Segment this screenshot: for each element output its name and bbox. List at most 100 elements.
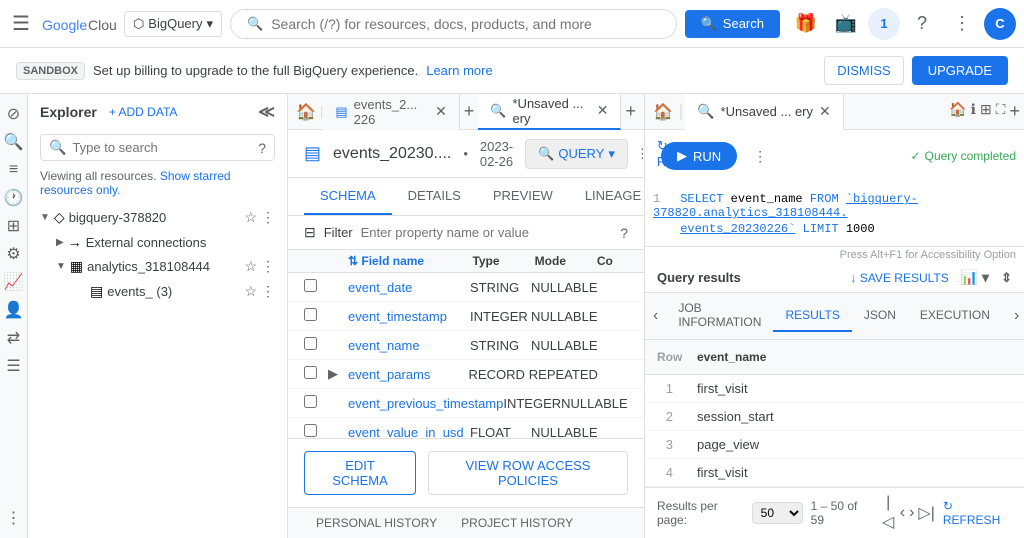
row-num-2: 2 xyxy=(645,403,685,430)
add-data-button[interactable]: + ADD DATA xyxy=(109,105,178,119)
field-name-3[interactable]: event_name xyxy=(348,338,470,353)
query-editor[interactable]: 1 SELECT event_name FROM `bigquery-37882… xyxy=(645,182,1024,247)
collapse-panel-button[interactable]: ≪ xyxy=(258,102,275,122)
field-name-1[interactable]: event_date xyxy=(348,280,470,295)
expand-4[interactable]: ▶ xyxy=(328,366,348,382)
nav-icon-chart[interactable]: 📈 xyxy=(2,270,26,294)
schema-checkbox-6[interactable] xyxy=(304,424,317,437)
field-name-4[interactable]: event_params xyxy=(348,367,469,382)
nav-icon-home[interactable]: ⊘ xyxy=(2,102,26,126)
search-button[interactable]: 🔍 Search xyxy=(685,10,780,38)
limit-keyword: LIMIT xyxy=(803,222,846,236)
nav-icon-people[interactable]: 👤 xyxy=(2,298,26,322)
nav-icon-transfer[interactable]: ⇄ xyxy=(2,326,26,350)
schema-checkbox-3[interactable] xyxy=(304,337,317,350)
last-page-button[interactable]: ▷| xyxy=(918,503,934,523)
results-tab-job-info[interactable]: JOB INFORMATION xyxy=(666,293,773,339)
row-access-button[interactable]: VIEW ROW ACCESS POLICIES xyxy=(428,451,628,495)
results-tab-results[interactable]: RESULTS xyxy=(773,300,851,332)
tab-events-close-icon[interactable]: ✕ xyxy=(435,103,447,120)
tab-unsaved-query[interactable]: 🔍 *Unsaved ... ery ✕ xyxy=(478,94,621,130)
more-icon[interactable]: ⋮ xyxy=(944,6,980,42)
explorer-search-help-icon[interactable]: ? xyxy=(258,140,266,156)
schema-checkbox-5[interactable] xyxy=(304,395,317,408)
nav-icon-schedule[interactable]: ☰ xyxy=(2,354,26,378)
sub-tab-schema[interactable]: SCHEMA xyxy=(304,178,392,215)
dataset-more-icon[interactable]: ⋮ xyxy=(261,258,275,275)
table-star-icon[interactable]: ☆ xyxy=(244,283,257,300)
nav-icon-data[interactable]: ⊞ xyxy=(2,214,26,238)
notification-badge[interactable]: 1 xyxy=(868,8,900,40)
field-name-5[interactable]: event_previous_timestamp xyxy=(348,396,503,411)
query-panel-home-icon[interactable]: 🏠 xyxy=(649,102,677,122)
nav-icon-sql[interactable]: ≡ xyxy=(2,158,26,182)
schema-checkbox-4[interactable] xyxy=(304,366,317,379)
row-num-1: 1 xyxy=(645,375,685,402)
project-children: ▶ → External connections ▼ ▦ analytics_3… xyxy=(32,230,283,304)
bottom-tab-project[interactable]: PROJECT HISTORY xyxy=(449,508,585,538)
query-tab-add-icon[interactable]: + xyxy=(1009,101,1020,122)
first-page-button[interactable]: |◁ xyxy=(881,494,896,532)
filter-help-icon[interactable]: ? xyxy=(620,225,628,241)
search-input[interactable] xyxy=(271,16,659,32)
results-more-icon[interactable]: ⇕ xyxy=(1001,270,1012,286)
query-panel-home-icon2[interactable]: 🏠 xyxy=(949,101,966,122)
edit-schema-button[interactable]: EDIT SCHEMA xyxy=(304,451,416,495)
next-page-button[interactable]: › xyxy=(909,504,914,522)
query-tab-unsaved[interactable]: 🔍 *Unsaved ... ery ✕ xyxy=(685,94,844,130)
query-button[interactable]: 🔍 QUERY ▾ xyxy=(525,139,628,169)
upgrade-button[interactable]: UPGRADE xyxy=(912,56,1008,85)
tree-item-project[interactable]: ▼ ◇ bigquery-378820 ☆ ⋮ xyxy=(32,205,283,230)
refresh-results-button[interactable]: ↻ REFRESH xyxy=(943,499,1012,527)
nav-icon-bottom[interactable]: ⋮ xyxy=(2,506,26,530)
filter-input[interactable] xyxy=(361,225,613,240)
cloud-shell-icon[interactable]: 📺 xyxy=(828,6,864,42)
dismiss-button[interactable]: DISMISS xyxy=(824,56,903,85)
star-icon[interactable]: ☆ xyxy=(244,209,257,226)
per-page-select[interactable]: 50 100 250 xyxy=(752,502,803,524)
field-name-6[interactable]: event_value_in_usd xyxy=(348,425,470,439)
sub-tab-details[interactable]: DETAILS xyxy=(392,178,477,215)
gift-icon[interactable]: 🎁 xyxy=(788,6,824,42)
results-tab-execution[interactable]: EXECUTION xyxy=(908,300,1002,332)
prev-page-button[interactable]: ‹ xyxy=(900,504,905,522)
left-sidebar-icons: ⊘ 🔍 ≡ 🕐 ⊞ ⚙ 📈 👤 ⇄ ☰ ⋮ xyxy=(0,94,28,538)
table-more-icon[interactable]: ⋮ xyxy=(261,283,275,300)
save-results-button[interactable]: ↓ SAVE RESULTS xyxy=(850,271,948,285)
help-icon[interactable]: ? xyxy=(904,6,940,42)
sub-tab-preview[interactable]: PREVIEW xyxy=(477,178,569,215)
field-name-2[interactable]: event_timestamp xyxy=(348,309,470,324)
run-button[interactable]: ▶ RUN xyxy=(661,142,737,170)
results-tab-json[interactable]: JSON xyxy=(852,300,908,332)
query-tab-close[interactable]: ✕ xyxy=(819,103,831,120)
hamburger-icon[interactable]: ☰ xyxy=(8,7,34,40)
home-tab-icon[interactable]: 🏠 xyxy=(292,102,320,122)
tab-add-icon[interactable]: + xyxy=(460,101,479,122)
tree-expand-external-icon: ▶ xyxy=(56,237,64,248)
tab-events[interactable]: ▤ events_2... 226 ✕ xyxy=(323,94,459,130)
avatar[interactable]: C xyxy=(984,8,1016,40)
chart-toggle-icon[interactable]: 📊 ▾ xyxy=(961,269,989,286)
tree-item-external[interactable]: ▶ → External connections xyxy=(48,230,283,254)
query-panel-expand-icon[interactable]: ⛶ xyxy=(996,101,1006,122)
nav-icon-search[interactable]: 🔍 xyxy=(2,130,26,154)
tab-query-close-icon[interactable]: ✕ xyxy=(597,102,609,119)
dataset-star-icon[interactable]: ☆ xyxy=(244,258,257,275)
results-back-icon[interactable]: ‹ xyxy=(645,303,666,329)
tree-item-table[interactable]: ▤ events_ (3) ☆ ⋮ xyxy=(64,279,283,304)
tab-add-2-icon[interactable]: + xyxy=(621,101,640,122)
query-more-icon[interactable]: ⋮ xyxy=(753,148,767,165)
project-selector[interactable]: ⬡ BigQuery ▾ xyxy=(124,11,222,37)
nav-icon-settings[interactable]: ⚙ xyxy=(2,242,26,266)
query-panel-info-icon[interactable]: ℹ xyxy=(971,101,976,122)
explorer-search-input[interactable] xyxy=(72,140,252,155)
schema-checkbox-1[interactable] xyxy=(304,279,317,292)
nav-icon-recent[interactable]: 🕐 xyxy=(2,186,26,210)
results-nav-next[interactable]: › xyxy=(1010,303,1023,329)
tree-item-dataset[interactable]: ▼ ▦ analytics_318108444 ☆ ⋮ xyxy=(48,254,283,279)
learn-more-link[interactable]: Learn more xyxy=(426,63,492,78)
schema-checkbox-2[interactable] xyxy=(304,308,317,321)
query-panel-grid-icon[interactable]: ⊞ xyxy=(980,101,992,122)
bottom-tab-personal[interactable]: PERSONAL HISTORY xyxy=(304,508,449,538)
more-options-icon[interactable]: ⋮ xyxy=(261,209,275,226)
